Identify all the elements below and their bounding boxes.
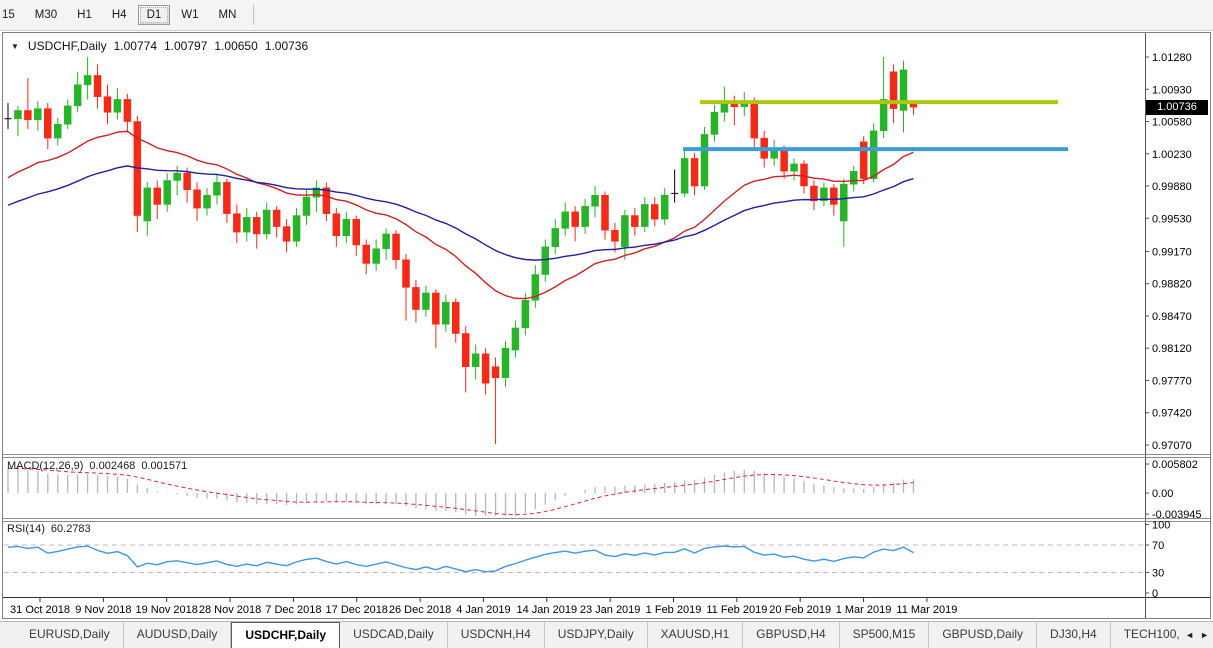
chart-tab-gbpusd-daily[interactable]: GBPUSD,Daily (929, 622, 1038, 648)
svg-text:1.00230: 1.00230 (1152, 149, 1192, 161)
timeframe-button-m30[interactable]: M30 (26, 5, 66, 25)
svg-text:0.98820: 0.98820 (1152, 279, 1192, 291)
macd-name: MACD(12,26,9) (7, 460, 84, 472)
price-chart-canvas[interactable]: 1.01280 1.00930 1.00580 1.00230 0.99880 0.995… (0, 31, 1213, 621)
tab-scroll-right-icon[interactable]: ► (1200, 630, 1209, 640)
svg-text:9 Nov 2018: 9 Nov 2018 (75, 604, 131, 616)
svg-text:30: 30 (1152, 567, 1164, 579)
macd-indicator-label: MACD(12,26,9) 0.002468 0.001571 (7, 460, 187, 472)
chart-tab-gbpusd-h4[interactable]: GBPUSD,H4 (743, 622, 840, 648)
chart-window-border (2, 32, 1211, 619)
ohlc-open: 1.00774 (113, 39, 157, 53)
chart-tabs-bar: EURUSD,Daily AUDUSD,Daily USDCHF,Daily USDC… (0, 621, 1213, 648)
chart-tab-audusd-daily[interactable]: AUDUSD,Daily (124, 622, 232, 648)
symbol-period-label: USDCHF,Daily (27, 39, 107, 53)
svg-text:0.97070: 0.97070 (1152, 440, 1192, 452)
svg-text:1.00580: 1.00580 (1152, 117, 1192, 129)
svg-text:19 Nov 2018: 19 Nov 2018 (136, 604, 198, 616)
svg-text:0.98120: 0.98120 (1152, 343, 1192, 355)
toolbar-separator (253, 5, 255, 25)
svg-text:100: 100 (1152, 520, 1170, 532)
rsi-indicator-label: RSI(14) 60.2783 (7, 523, 91, 535)
svg-text:0.005802: 0.005802 (1152, 459, 1198, 471)
svg-text:1.00930: 1.00930 (1152, 84, 1192, 96)
chart-tab-usdcnh-h4[interactable]: USDCNH,H4 (448, 622, 545, 648)
chart-tab-usdchf-daily[interactable]: USDCHF,Daily (231, 622, 341, 648)
svg-text:14 Jan 2019: 14 Jan 2019 (517, 604, 578, 616)
ohlc-close: 1.00736 (264, 39, 309, 53)
svg-text:26 Dec 2018: 26 Dec 2018 (389, 604, 451, 616)
svg-text:0: 0 (1152, 588, 1158, 600)
svg-text:1 Mar 2019: 1 Mar 2019 (836, 604, 892, 616)
svg-text:0.99530: 0.99530 (1152, 213, 1192, 225)
svg-text:70: 70 (1152, 540, 1164, 552)
timeframe-button-15[interactable]: 15 (0, 5, 24, 25)
macd-value: 0.002468 (89, 460, 136, 472)
svg-text:7 Dec 2018: 7 Dec 2018 (265, 604, 321, 616)
svg-text:1 Feb 2019: 1 Feb 2019 (646, 604, 702, 616)
svg-text:1.01280: 1.01280 (1152, 52, 1192, 64)
svg-text:0.99880: 0.99880 (1152, 181, 1192, 193)
svg-text:17 Dec 2018: 17 Dec 2018 (326, 604, 388, 616)
chart-tab-xauusd-h1[interactable]: XAUUSD,H1 (648, 622, 744, 648)
timeframe-button-w1[interactable]: W1 (172, 5, 207, 25)
timeframe-button-h4[interactable]: H4 (103, 5, 136, 25)
ohlc-low: 1.00650 (214, 39, 258, 53)
chart-tab-dj30-h4[interactable]: DJ30,H4 (1037, 622, 1111, 648)
svg-text:23 Jan 2019: 23 Jan 2019 (580, 604, 641, 616)
rsi-name: RSI(14) (7, 523, 45, 535)
symbol-dropdown-icon[interactable]: ▼ (11, 42, 21, 51)
rsi-value: 60.2783 (50, 523, 91, 535)
tab-scroll-left-icon[interactable]: ◄ (1185, 630, 1194, 640)
chart-tab-eurusd-daily[interactable]: EURUSD,Daily (16, 622, 124, 648)
timeframe-toolbar: 15 M30 H1 H4 D1 W1 MN (0, 0, 1213, 31)
svg-text:31 Oct 2018: 31 Oct 2018 (10, 604, 70, 616)
ohlc-high: 1.00797 (164, 39, 208, 53)
timeframe-button-h1[interactable]: H1 (68, 5, 101, 25)
svg-text:0.97770: 0.97770 (1152, 375, 1192, 387)
chart-window: 1.01280 1.00930 1.00580 1.00230 0.99880 0.995… (0, 31, 1213, 621)
chart-title: ▼ USDCHF,Daily 1.00774 1.00797 1.00650 1… (11, 39, 308, 53)
timeframe-button-d1[interactable]: D1 (137, 5, 171, 25)
chart-tab-usdjpy-daily[interactable]: USDJPY,Daily (545, 622, 648, 648)
svg-text:0.97420: 0.97420 (1152, 408, 1192, 420)
svg-text:4 Jan 2019: 4 Jan 2019 (456, 604, 510, 616)
macd-signal-value: 0.001571 (141, 460, 188, 472)
svg-text:11 Feb 2019: 11 Feb 2019 (706, 604, 767, 616)
chart-tab-sp500-m15[interactable]: SP500,M15 (840, 622, 930, 648)
svg-text:28 Nov 2018: 28 Nov 2018 (199, 604, 261, 616)
svg-text:0.98470: 0.98470 (1152, 311, 1192, 323)
svg-text:0.00: 0.00 (1152, 488, 1173, 500)
current-price-badge: 1.00736 (1146, 99, 1208, 115)
chart-tab-usdcad-daily[interactable]: USDCAD,Daily (340, 622, 448, 648)
tab-scroll-arrows: ◄ ► (1179, 622, 1213, 648)
svg-text:11 Mar 2019: 11 Mar 2019 (896, 604, 957, 616)
svg-text:20 Feb 2019: 20 Feb 2019 (769, 604, 831, 616)
svg-text:0.99170: 0.99170 (1152, 246, 1192, 258)
timeframe-button-mn[interactable]: MN (210, 5, 246, 25)
